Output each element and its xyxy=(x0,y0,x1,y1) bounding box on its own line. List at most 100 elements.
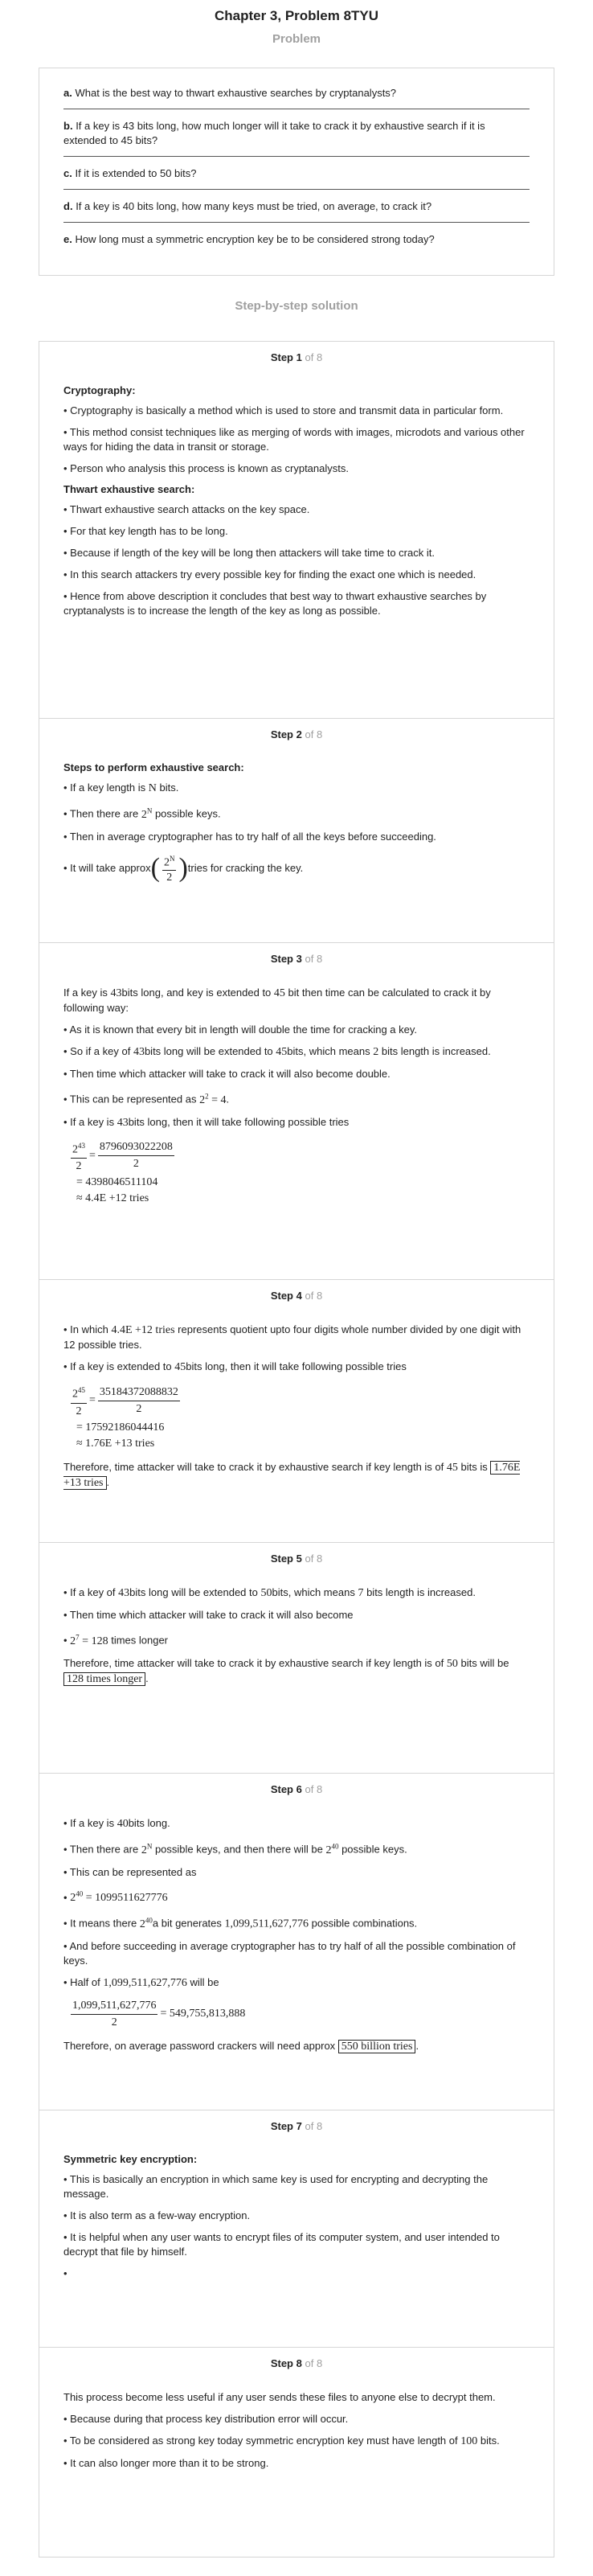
step-label: Step xyxy=(270,1290,293,1302)
step-header: Step 3 of 8 xyxy=(63,953,530,965)
answer-box: 128 times longer xyxy=(63,1672,146,1686)
bullet: • Then there are 2N possible keys. xyxy=(63,803,530,822)
math: 100 xyxy=(460,2435,478,2447)
text: • If a key is xyxy=(63,1115,115,1128)
equation: 1,099,511,627,776 2 = 549,755,813,888 xyxy=(68,1998,530,2031)
denominator: 2 xyxy=(166,872,173,884)
math: 4.4E +12 tries xyxy=(111,1324,175,1336)
text: • Then there are xyxy=(63,1843,139,1856)
text: • If a key length is xyxy=(63,781,146,794)
bullet: • This method consist techniques like as… xyxy=(63,426,525,453)
math: 40 xyxy=(117,1818,129,1830)
bullet: • As it is known that every bit in lengt… xyxy=(63,1023,418,1036)
text: bits long will be extended to xyxy=(144,1045,273,1057)
step-label: Step xyxy=(270,351,293,363)
step-4-card: Step 4 of 8 • In which 4.4E +12 tries re… xyxy=(39,1279,554,1543)
equation-line: = 17592186044416 xyxy=(76,1421,165,1434)
question-d: d. If a key is 40 bits long, how many ke… xyxy=(63,199,530,223)
math-exp: 7 xyxy=(76,1633,80,1641)
denominator: 2 xyxy=(136,1402,142,1415)
fraction: 2N 2 xyxy=(162,851,177,886)
bullet: • So if a key of 43bits long will be ext… xyxy=(63,1044,530,1060)
bullet: • 27 = 128 times longer xyxy=(63,1633,169,1647)
step-header: Step 2 of 8 xyxy=(63,728,530,740)
conclusion: Therefore, time attacker will take to cr… xyxy=(63,1656,530,1687)
bullet: • This is basically an encryption in whi… xyxy=(63,2173,489,2200)
step-number: 5 xyxy=(296,1553,302,1565)
bullet: • It can also longer more than it to be … xyxy=(63,2457,269,2469)
math: 45 xyxy=(174,1361,186,1373)
equation: 245 2 = 35184372088832 2 = 17592186044416 … xyxy=(68,1382,530,1452)
fraction: 243 2 xyxy=(71,1138,87,1175)
math: 2N xyxy=(141,1842,153,1856)
math: 43 xyxy=(133,1046,145,1058)
math: 50 xyxy=(260,1587,272,1599)
bullet: • Half of 1,099,511,627,776 will be xyxy=(63,1975,530,1991)
text: • If a key is xyxy=(63,1817,115,1829)
text: . xyxy=(106,1475,110,1488)
math-result: = 1099511627776 xyxy=(85,1892,168,1905)
text: . xyxy=(145,1672,149,1684)
bullet: • And before succeeding in average crypt… xyxy=(63,1939,516,1967)
math-result: = 128 xyxy=(82,1635,108,1647)
math: 1,099,511,627,776 xyxy=(224,1918,309,1930)
equals: = xyxy=(89,1394,96,1407)
text: • If a key is extended to xyxy=(63,1360,172,1372)
question-text: If it is extended to 50 bits? xyxy=(75,167,197,179)
fraction: 8796093022208 2 xyxy=(97,1139,174,1172)
step-8-card: Step 8 of 8 This process become less use… xyxy=(39,2347,554,2558)
math-exp: 45 xyxy=(78,1386,85,1394)
bullet: • Then time which attacker will take to … xyxy=(63,1068,391,1080)
math: 7 xyxy=(358,1587,364,1599)
text: • In which xyxy=(63,1323,108,1335)
step-total: of 8 xyxy=(305,728,323,740)
numerator: 1,099,511,627,776 xyxy=(71,1998,158,2015)
text: bits will be xyxy=(460,1656,509,1669)
question-text: How long must a symmetric encryption key… xyxy=(75,233,435,245)
text: possible keys. xyxy=(154,807,221,820)
math-exp: 2 xyxy=(205,1092,209,1100)
step-header: Step 4 of 8 xyxy=(63,1290,530,1302)
equation-row: 1,099,511,627,776 2 = 549,755,813,888 xyxy=(68,1998,530,2031)
text: bits long, then it will take following p… xyxy=(186,1360,407,1372)
math-exp: 40 xyxy=(76,1889,84,1898)
text: • It will take approx xyxy=(63,861,151,874)
bullet: • 240 = 1099511627776 xyxy=(63,1887,530,1906)
text: • xyxy=(63,1891,67,1904)
text: possible keys. xyxy=(341,1843,407,1856)
math-exp: 43 xyxy=(78,1141,85,1150)
math: 240 xyxy=(140,1916,153,1930)
problem-heading: Problem xyxy=(272,32,321,46)
equation-row: 245 2 = 35184372088832 2 xyxy=(68,1382,530,1420)
bullet: • If a key of 43bits long will be extend… xyxy=(63,1585,530,1601)
math: 1,099,511,627,776 xyxy=(103,1976,187,1989)
text: times longer xyxy=(111,1634,169,1647)
paragraph: If a key is 43bits long, and key is exte… xyxy=(63,986,530,1015)
bullet: • If a key is extended to 45bits long, t… xyxy=(63,1360,530,1375)
bullet: • Cryptography is basically a method whi… xyxy=(63,404,504,416)
text: a bit generates xyxy=(152,1917,222,1930)
step-total: of 8 xyxy=(305,351,323,363)
numerator: 243 xyxy=(71,1138,87,1159)
text: bits length is increased. xyxy=(366,1586,476,1598)
bullet: • It will take approx ( 2N 2 ) tries for … xyxy=(63,851,530,886)
heading-thwart: Thwart exhaustive search: xyxy=(63,483,195,495)
math: 240 = 1099511627776 xyxy=(70,1889,168,1905)
step-number: 6 xyxy=(296,1783,302,1795)
bullet: • It means there 240a bit generates 1,09… xyxy=(63,1913,530,1932)
text: will be xyxy=(190,1975,219,1988)
text: bits. xyxy=(159,781,179,794)
step-3-card: Step 3 of 8 If a key is 43bits long, and… xyxy=(39,942,554,1280)
text: • Then there are xyxy=(63,807,139,820)
math: N xyxy=(148,782,157,794)
math-exp: N xyxy=(169,854,175,863)
step-number: 8 xyxy=(296,2357,302,2369)
paragraph: This process become less useful if any u… xyxy=(63,2391,496,2403)
text: • Half of xyxy=(63,1975,100,1988)
text: If a key is xyxy=(63,987,108,999)
question-letter: a. xyxy=(63,87,72,99)
solution-page: Chapter 3, Problem 8TYU Problem a. What … xyxy=(0,0,593,2576)
math-base: 2 xyxy=(72,1388,78,1401)
bullet: • For that key length has to be long. xyxy=(63,525,228,537)
bullet: • Thwart exhaustive search attacks on th… xyxy=(63,503,310,515)
